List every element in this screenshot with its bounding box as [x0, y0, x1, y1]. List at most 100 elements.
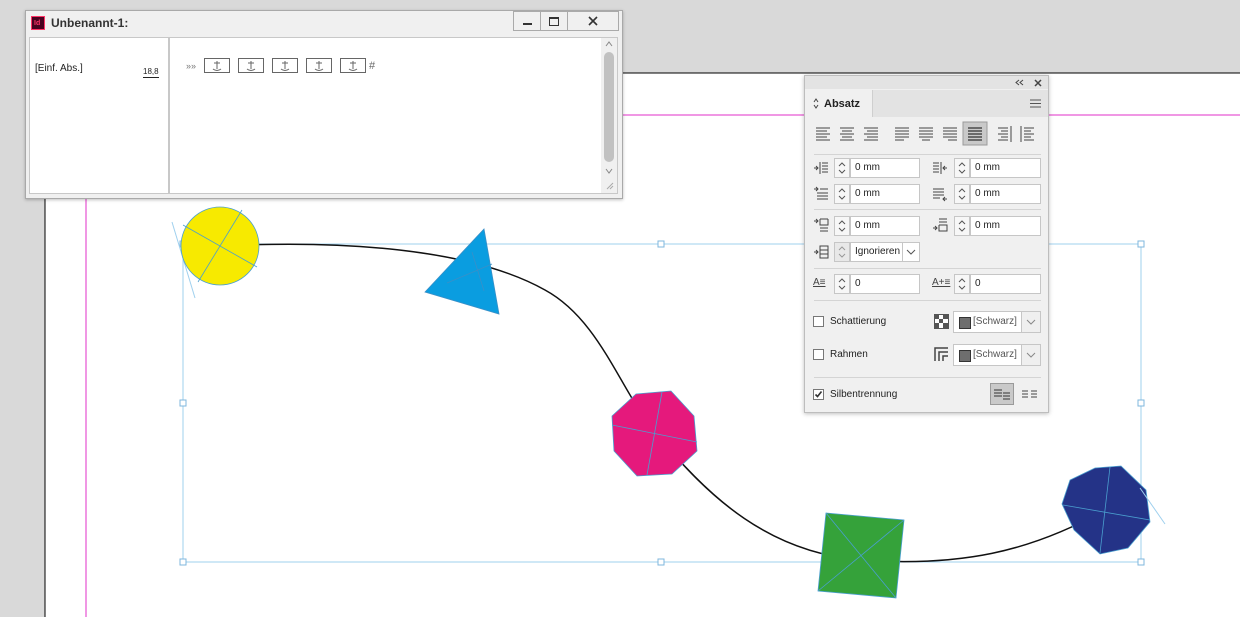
space-after-stepper[interactable] — [954, 216, 970, 236]
panel-tab-label: Absatz — [824, 98, 861, 110]
shading-settings-icon[interactable] — [934, 314, 949, 329]
hyphenation-label: Silbentrennung — [830, 389, 898, 400]
space-before-icon — [814, 218, 829, 232]
anchor-marker-icon — [238, 58, 265, 73]
maximize-icon — [549, 16, 559, 26]
space-after-field[interactable]: 0 mm — [970, 216, 1041, 236]
shading-label: Schattierung — [830, 316, 887, 327]
scroll-up-icon[interactable] — [605, 41, 613, 47]
last-line-indent-stepper[interactable] — [954, 184, 970, 204]
left-indent-field[interactable]: 0 mm — [850, 158, 920, 178]
border-color-dropdown[interactable]: [Schwarz] — [953, 344, 1041, 366]
minimize-button[interactable] — [513, 11, 541, 31]
right-indent-field[interactable]: 0 mm — [970, 158, 1041, 178]
first-line-indent-field[interactable]: 0 mm — [850, 184, 920, 204]
chevron-down-icon — [1026, 319, 1036, 325]
drop-cap-lines-icon: A≡ — [813, 277, 826, 288]
indesign-app-icon: Id — [31, 16, 45, 30]
last-line-indent-icon — [933, 188, 947, 202]
separator — [814, 209, 1041, 210]
shading-checkbox[interactable] — [813, 316, 824, 327]
selection-handle[interactable] — [1137, 399, 1145, 407]
align-center-icon — [840, 127, 854, 141]
selection-handle[interactable] — [657, 240, 665, 248]
align-away-from-spine-icon — [1020, 126, 1034, 142]
panel-top-strip[interactable] — [805, 76, 1048, 89]
align-to-grid-icon — [814, 245, 829, 259]
panel-menu-icon[interactable] — [1030, 99, 1041, 108]
border-color-chevron[interactable] — [1021, 345, 1040, 365]
end-of-story-marker: # — [369, 59, 376, 72]
border-checkbox[interactable] — [813, 349, 824, 360]
alignment-toolbar[interactable] — [805, 120, 1048, 148]
drop-cap-lines-field[interactable]: 0 — [850, 274, 920, 294]
align-towards-spine-icon — [998, 126, 1012, 142]
border-color-swatch — [959, 350, 971, 362]
green-square-shape[interactable] — [817, 512, 905, 599]
separator — [814, 154, 1041, 155]
last-line-indent-field[interactable]: 0 mm — [970, 184, 1041, 204]
shading-color-dropdown[interactable]: [Schwarz] — [953, 311, 1041, 333]
collapse-panel-icon[interactable] — [1015, 79, 1025, 86]
space-after-icon — [933, 218, 948, 232]
selection-handle[interactable] — [1137, 240, 1145, 248]
paragraph-panel[interactable]: Absatz 0 mm 0 mm 0 mm 0 mm 0 mm 0 mm Ign… — [804, 75, 1049, 413]
left-indent-stepper[interactable] — [834, 158, 850, 178]
drop-cap-characters-icon: A+≡ — [932, 277, 951, 288]
chevron-down-icon — [1026, 352, 1036, 358]
selection-handle[interactable] — [657, 558, 665, 566]
paragraph-style-name: [Einf. Abs.] — [35, 63, 83, 74]
drop-cap-characters-stepper[interactable] — [954, 274, 970, 294]
separator — [814, 377, 1041, 378]
story-editor-titlebar[interactable]: Id Unbenannt-1: — [26, 11, 622, 35]
story-text-area[interactable]: »» # — [186, 58, 375, 73]
selection-handle[interactable] — [179, 399, 187, 407]
separator — [814, 268, 1041, 269]
first-line-indent-icon — [814, 186, 828, 200]
align-to-grid-stepper[interactable] — [834, 242, 850, 262]
shading-color-label: [Schwarz] — [973, 316, 1017, 327]
first-line-indent-stepper[interactable] — [834, 184, 850, 204]
info-column: [Einf. Abs.] 18,8 — [30, 38, 170, 193]
paragraph-composer-icon[interactable] — [1019, 384, 1041, 404]
close-panel-icon[interactable] — [1034, 79, 1042, 87]
selection-handle[interactable] — [179, 558, 187, 566]
story-editor-window[interactable]: Id Unbenannt-1: [Einf. Abs.] 18,8 »» # — [25, 10, 623, 199]
anchor-marker-icon — [204, 58, 231, 73]
scrollbar-thumb[interactable] — [604, 52, 614, 162]
scroll-down-icon[interactable] — [605, 168, 613, 174]
left-indent-icon — [814, 162, 828, 174]
anchor-marker-icon — [340, 58, 367, 73]
maximize-button[interactable] — [540, 11, 568, 31]
close-button[interactable] — [567, 11, 619, 31]
story-editor-body[interactable]: [Einf. Abs.] 18,8 »» # — [29, 37, 618, 194]
hyphenation-checkbox[interactable] — [813, 389, 824, 400]
single-line-composer-button[interactable] — [990, 383, 1014, 405]
window-title: Unbenannt-1: — [51, 16, 129, 30]
vertical-scrollbar[interactable] — [601, 38, 617, 193]
chevron-down-icon — [906, 249, 916, 255]
shading-color-chevron[interactable] — [1021, 312, 1040, 332]
border-settings-icon[interactable] — [934, 347, 949, 362]
shading-color-swatch — [959, 317, 971, 329]
drop-cap-lines-stepper[interactable] — [834, 274, 850, 294]
space-before-field[interactable]: 0 mm — [850, 216, 920, 236]
resize-grip-icon[interactable] — [604, 180, 614, 190]
selection-handle[interactable] — [1137, 558, 1145, 566]
align-to-grid-dropdown[interactable]: Ignorieren — [850, 242, 903, 262]
justify-left-icon — [895, 127, 909, 141]
minimize-icon — [522, 23, 532, 25]
single-line-composer-icon — [994, 389, 1010, 400]
justify-right-icon — [943, 127, 957, 141]
close-icon — [588, 16, 598, 26]
drop-cap-characters-field[interactable]: 0 — [970, 274, 1041, 294]
text-start-marker: »» — [186, 60, 197, 71]
space-before-stepper[interactable] — [834, 216, 850, 236]
checkmark-icon — [814, 391, 823, 398]
align-right-icon — [864, 127, 878, 141]
updown-chevron-icon — [813, 98, 819, 109]
right-indent-stepper[interactable] — [954, 158, 970, 178]
anchor-marker-icon — [272, 58, 299, 73]
align-to-grid-dropdown-button[interactable] — [902, 242, 920, 262]
anchor-marker-icon — [306, 58, 333, 73]
